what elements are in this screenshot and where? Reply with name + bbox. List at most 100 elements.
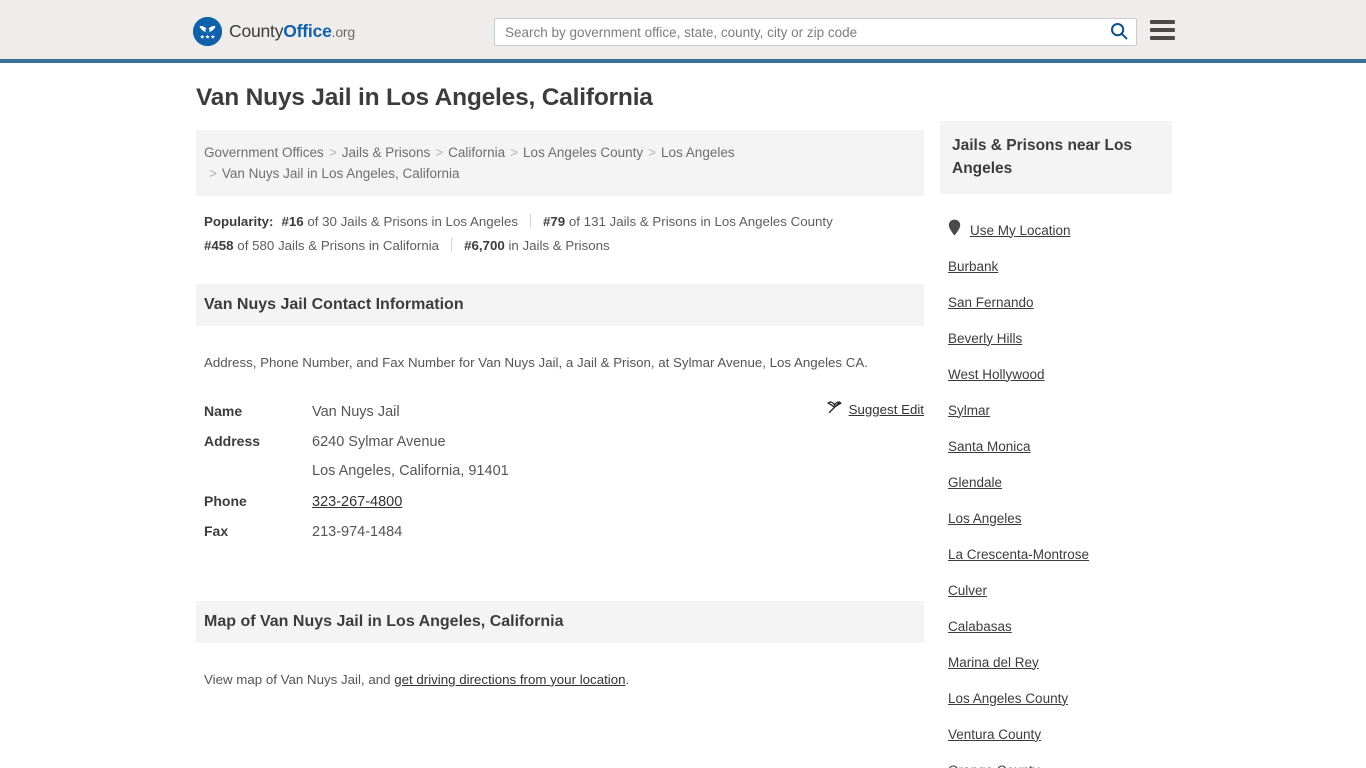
contact-key-fax: Fax [204, 522, 229, 539]
sidebar-item-los-angeles[interactable]: Los Angeles [948, 500, 1172, 536]
sidebar-item-culver[interactable]: Culver [948, 572, 1172, 608]
contact-key-phone: Phone [204, 492, 247, 509]
sidebar-heading: Jails & Prisons near Los Angeles [940, 121, 1172, 194]
contact-row-phone: Phone 323-267-4800 [204, 493, 916, 523]
site-header: CountyOffice.org [0, 0, 1366, 63]
map-section-heading: Map of Van Nuys Jail in Los Angeles, Cal… [196, 600, 924, 643]
popularity-entry-3: #458 of 580 Jails & Prisons in Californi… [204, 238, 439, 253]
sidebar-item-san-fernando[interactable]: San Fernando [948, 284, 1172, 320]
hamburger-bar-3 [1150, 36, 1175, 40]
sidebar-link-culver[interactable]: Culver [948, 583, 987, 598]
sidebar: Jails & Prisons near Los Angeles Use My … [940, 121, 1172, 768]
contact-section-heading: Van Nuys Jail Contact Information [196, 283, 924, 326]
sidebar-link-ventura-county[interactable]: Ventura County [948, 727, 1041, 742]
popularity-label: Popularity: [204, 213, 274, 229]
contact-row-fax: Fax 213-974-1484 [204, 523, 916, 553]
eagle-shield-icon [193, 17, 222, 46]
sidebar-link-los-angeles-county[interactable]: Los Angeles County [948, 691, 1068, 706]
contact-value-address-line2: Los Angeles, California, 91401 [312, 462, 509, 479]
breadcrumb-separator: > [328, 144, 337, 160]
contact-row-address: Address 6240 Sylmar Avenue [204, 433, 916, 463]
sidebar-item-la-crescenta-montrose[interactable]: La Crescenta-Montrose [948, 536, 1172, 572]
driving-directions-link[interactable]: get driving directions from your locatio… [394, 672, 625, 687]
contact-row-address-line2: Los Angeles, California, 91401 [204, 463, 916, 493]
sidebar-link-glendale[interactable]: Glendale [948, 475, 1002, 490]
breadcrumb-item-california[interactable]: California [448, 145, 505, 160]
breadcrumb-item-los-angeles[interactable]: Los Angeles [661, 145, 735, 160]
popularity-block: Popularity: #16 of 30 Jails & Prisons in … [196, 196, 924, 270]
sidebar-item-use-my-location[interactable]: Use My Location [948, 212, 1172, 248]
sidebar-link-beverly-hills[interactable]: Beverly Hills [948, 331, 1022, 346]
search-input[interactable] [495, 19, 1095, 45]
popularity-text-4: in Jails & Prisons [508, 237, 610, 253]
suggest-edit-button[interactable]: Suggest Edit [826, 400, 924, 420]
contact-section-description: Address, Phone Number, and Fax Number fo… [204, 355, 868, 371]
sidebar-item-los-angeles-county[interactable]: Los Angeles County [948, 680, 1172, 716]
popularity-rank-1: #16 [281, 213, 304, 229]
breadcrumb-item-los-angeles-county[interactable]: Los Angeles County [523, 145, 643, 160]
popularity-text-2: of 131 Jails & Prisons in Los Angeles Co… [568, 213, 833, 229]
breadcrumb-item-jails-prisons[interactable]: Jails & Prisons [342, 145, 431, 160]
hamburger-menu-icon[interactable] [1150, 20, 1175, 40]
search-button[interactable] [1106, 21, 1132, 43]
sidebar-item-west-hollywood[interactable]: West Hollywood [948, 356, 1172, 392]
map-pin-icon [948, 219, 961, 241]
sidebar-link-calabasas[interactable]: Calabasas [948, 619, 1012, 634]
sidebar-item-marina-del-rey[interactable]: Marina del Rey [948, 644, 1172, 680]
use-my-location-link[interactable]: Use My Location [970, 223, 1071, 238]
breadcrumb-separator: > [209, 165, 217, 181]
logo-text-county: County [229, 20, 284, 41]
hamburger-bar-2 [1150, 28, 1175, 32]
breadcrumb-item-government-offices[interactable]: Government Offices [204, 145, 324, 160]
contact-value-address-line1: 6240 Sylmar Avenue [312, 433, 446, 450]
header-inner: CountyOffice.org [0, 0, 1366, 59]
sidebar-item-beverly-hills[interactable]: Beverly Hills [948, 320, 1172, 356]
sidebar-link-sylmar[interactable]: Sylmar [948, 403, 990, 418]
sidebar-link-los-angeles[interactable]: Los Angeles [948, 511, 1022, 526]
sidebar-link-san-fernando[interactable]: San Fernando [948, 295, 1034, 310]
sidebar-link-santa-monica[interactable]: Santa Monica [948, 439, 1031, 454]
map-desc-suffix: . [625, 671, 630, 687]
search-icon [1110, 22, 1128, 43]
map-desc-prefix: View map of Van Nuys Jail, and [204, 671, 395, 687]
logo-text-org: .org [331, 23, 356, 40]
breadcrumb-current: Van Nuys Jail in Los Angeles, California [221, 165, 460, 181]
sidebar-item-santa-monica[interactable]: Santa Monica [948, 428, 1172, 464]
logo-wordmark: CountyOffice.org [229, 20, 356, 41]
contact-row-name: Name Van Nuys Jail [204, 403, 916, 433]
sidebar-item-ventura-county[interactable]: Ventura County [948, 716, 1172, 752]
contact-key-name: Name [204, 402, 243, 419]
main-content-column: Van Nuys Jail in Los Angeles, California… [196, 84, 924, 711]
popularity-divider [530, 213, 531, 228]
breadcrumb: Government Offices > Jails & Prisons > Calif… [196, 129, 924, 196]
sidebar-item-calabasas[interactable]: Calabasas [948, 608, 1172, 644]
sidebar-item-sylmar[interactable]: Sylmar [948, 392, 1172, 428]
contact-value-fax: 213-974-1484 [312, 523, 403, 540]
popularity-entry-2: #79 of 131 Jails & Prisons in Los Angele… [543, 214, 833, 229]
popularity-text-1: of 30 Jails & Prisons in Los Angeles [307, 213, 518, 229]
site-logo[interactable]: CountyOffice.org [193, 17, 355, 46]
sidebar-link-marina-del-rey[interactable]: Marina del Rey [948, 655, 1039, 670]
suggest-edit-label: Suggest Edit [848, 402, 924, 418]
sidebar-item-burbank[interactable]: Burbank [948, 248, 1172, 284]
sidebar-item-glendale[interactable]: Glendale [948, 464, 1172, 500]
search-bar [494, 18, 1137, 46]
pencil-edit-icon [826, 400, 842, 420]
sidebar-item-orange-county[interactable]: Orange County [948, 752, 1172, 768]
sidebar-link-burbank[interactable]: Burbank [948, 259, 998, 274]
breadcrumb-separator: > [648, 144, 657, 160]
sidebar-nearby-list: Use My Location Burbank San Fernando Bev… [940, 194, 1172, 768]
popularity-entry-1: #16 of 30 Jails & Prisons in Los Angeles [281, 214, 518, 229]
contact-key-address: Address [204, 432, 261, 449]
page-title: Van Nuys Jail in Los Angeles, California [196, 84, 653, 111]
popularity-entry-4: #6,700 in Jails & Prisons [464, 238, 610, 253]
breadcrumb-separator: > [435, 144, 444, 160]
sidebar-link-la-crescenta-montrose[interactable]: La Crescenta-Montrose [948, 547, 1089, 562]
breadcrumb-separator: > [510, 144, 519, 160]
contact-value-phone-wrap: 323-267-4800 [312, 494, 402, 510]
logo-text-office: Office [283, 20, 332, 41]
sidebar-link-west-hollywood[interactable]: West Hollywood [948, 367, 1045, 382]
phone-link[interactable]: 323-267-4800 [312, 494, 402, 510]
sidebar-link-orange-county[interactable]: Orange County [948, 763, 1040, 768]
hamburger-bar-1 [1150, 20, 1175, 24]
